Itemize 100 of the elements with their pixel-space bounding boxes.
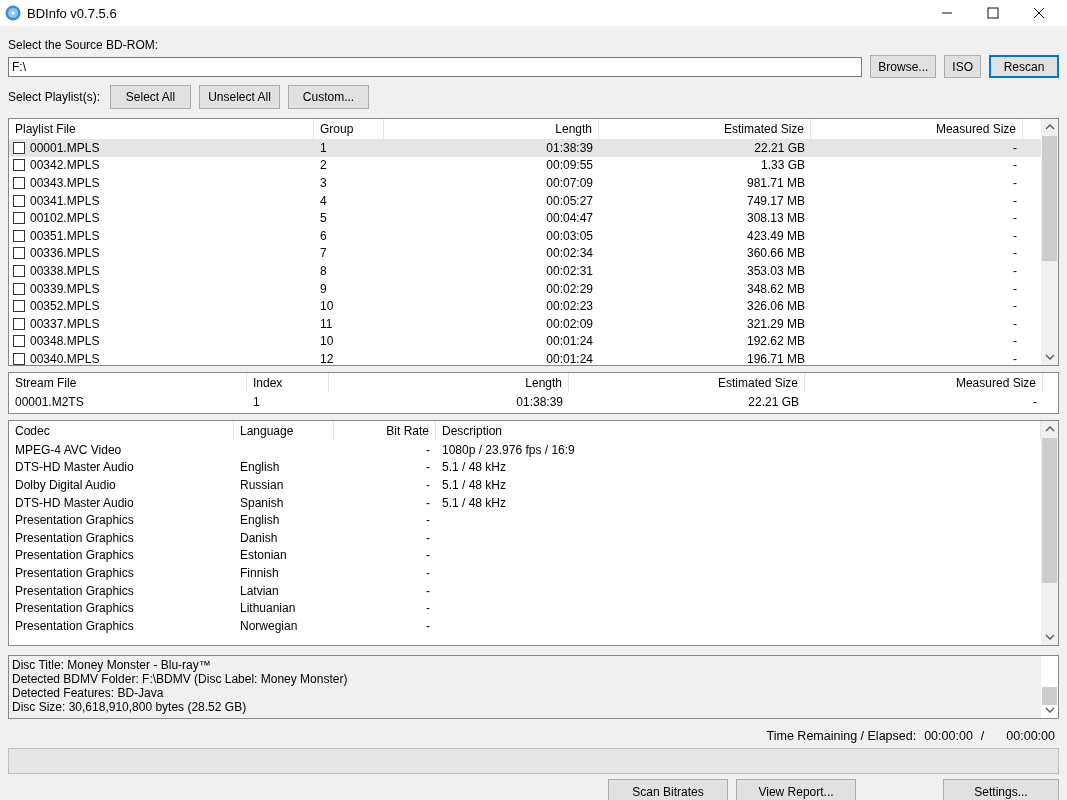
table-cell-text: 22.21 GB (753, 140, 806, 155)
checkbox[interactable] (13, 317, 25, 330)
column-header[interactable]: Length (329, 373, 569, 393)
playlist-row[interactable]: 00338.MPLS 8 00:02:31 353.03 MB - (9, 262, 1041, 280)
table-cell-text: Presentation Graphics (14, 618, 135, 633)
column-header[interactable]: Stream File (9, 373, 247, 393)
table-cell-text: Presentation Graphics (14, 565, 135, 580)
chevron-up-icon[interactable] (1044, 124, 1055, 130)
table-cell-text: - (1012, 316, 1018, 331)
table-cell: 00337.MPLS (30, 316, 100, 331)
checkbox[interactable] (13, 282, 25, 295)
table-cell-text: DTS-HD Master Audio (14, 460, 135, 475)
column-header[interactable]: Codec (9, 421, 234, 441)
column-header[interactable]: Measured Size (805, 373, 1043, 393)
playlist-row[interactable]: 00352.MPLS 10 00:02:23 326.06 MB - (9, 297, 1041, 315)
checkbox[interactable] (13, 229, 25, 242)
table-cell-text: 1 (319, 140, 328, 155)
table-cell-text: - (425, 583, 431, 598)
table-cell: 5.1 / 48 kHz (442, 495, 507, 510)
table-cell-text: 192.62 MB (745, 334, 806, 349)
table-cell-text: DTS-HD Master Audio (14, 495, 135, 510)
scrollbar[interactable] (1041, 656, 1058, 718)
column-header[interactable]: Bit Rate (334, 421, 436, 441)
table-cell: 00352.MPLS (30, 299, 100, 314)
table-cell: 5.1 / 48 kHz (442, 460, 507, 475)
table-cell: 00338.MPLS (30, 263, 100, 278)
checkbox[interactable] (13, 247, 25, 260)
column-header[interactable]: Language (234, 421, 334, 441)
scrollbar[interactable] (1041, 119, 1058, 365)
playlist-row[interactable]: 00340.MPLS 12 00:01:24 196.71 MB - (9, 350, 1041, 365)
source-label: Select the Source BD-ROM: (8, 38, 160, 52)
table-cell-text: 00:01:24 (545, 334, 594, 349)
action-button[interactable]: Settings... (943, 779, 1059, 800)
table-cell-text: - (1012, 193, 1018, 208)
info-line: Disc Title: Money Monster - Blu-ray™ (12, 658, 212, 672)
table-cell: 00336.MPLS (30, 246, 100, 261)
source-button[interactable]: Browse... (870, 55, 937, 78)
table-cell-text: 00:02:29 (545, 281, 594, 296)
table-cell: Danish (240, 530, 278, 545)
table-cell-text: 3 (319, 176, 328, 190)
table-cell: 1080p / 23.976 fps / 16:9 (442, 442, 575, 457)
playlist-row[interactable]: 00001.MPLS 1 01:38:39 22.21 GB - (9, 139, 1041, 157)
playlist-row[interactable]: 00342.MPLS 2 00:09:55 1.33 GB - (9, 156, 1041, 175)
table-cell-text: - (425, 495, 431, 510)
table-cell-text: - (1032, 394, 1038, 409)
window-title: BDInfo v0.7.5.6 (27, 5, 117, 21)
playlist-select-button[interactable]: Select All (110, 85, 192, 109)
table-cell-text: Dolby Digital Audio (14, 478, 117, 492)
table-cell-text: 00:09:55 (545, 158, 594, 173)
playlist-row[interactable]: 00348.MPLS 10 00:01:24 192.62 MB - (9, 332, 1041, 351)
checkbox[interactable] (13, 300, 25, 313)
playlist-row[interactable]: 00339.MPLS 9 00:02:29 348.62 MB - (9, 279, 1041, 298)
source-path-field[interactable]: F:\ (8, 56, 863, 77)
checkbox[interactable] (13, 335, 25, 348)
action-button[interactable]: Scan Bitrates (608, 779, 728, 800)
checkbox[interactable] (13, 264, 25, 277)
playlist-select-button[interactable]: Custom... (288, 85, 370, 109)
playlist-row[interactable]: 00102.MPLS 5 00:04:47 308.13 MB - (9, 209, 1041, 227)
checkbox[interactable] (13, 141, 25, 154)
scrollbar[interactable] (1041, 421, 1058, 645)
chevron-up-icon[interactable] (1044, 426, 1055, 432)
table-cell-text: MPEG-4 AVC Video (14, 442, 123, 457)
close-icon[interactable] (1033, 7, 1045, 19)
chevron-down-icon[interactable] (1044, 354, 1055, 360)
checkbox[interactable] (13, 212, 25, 225)
table-cell: 00339.MPLS (30, 281, 100, 296)
playlist-row[interactable]: 00336.MPLS 7 00:02:34 360.66 MB - (9, 244, 1041, 263)
source-button[interactable]: ISO (944, 55, 981, 78)
playlist-row[interactable]: 00337.MPLS 11 00:02:09 321.29 MB - (9, 314, 1041, 333)
table-cell-text: 9 (319, 281, 328, 296)
maximize-icon[interactable] (987, 7, 999, 19)
table-cell-text: - (1012, 176, 1018, 190)
table-cell: 00342.MPLS (30, 158, 100, 173)
checkbox[interactable] (13, 194, 25, 207)
table-cell: English (240, 513, 280, 528)
time-elapsed: 00:00:00 (1006, 729, 1055, 743)
table-cell-text: 01:38:39 (515, 394, 564, 409)
table-cell-text: 348.62 MB (745, 281, 806, 296)
table-cell-text: Presentation Graphics (14, 530, 135, 545)
chevron-down-icon[interactable] (1044, 707, 1055, 713)
playlist-row[interactable]: 00351.MPLS 6 00:03:05 423.49 MB - (9, 226, 1041, 245)
chevron-down-icon[interactable] (1044, 634, 1055, 640)
table-cell-text: 981.71 MB (745, 176, 806, 190)
column-header[interactable]: Index (247, 373, 329, 393)
table-cell-text: - (425, 565, 431, 580)
table-cell-text: 10 (319, 299, 335, 314)
table-cell-text: - (425, 442, 431, 457)
playlist-select-button[interactable]: Unselect All (199, 85, 281, 109)
table-cell-text: 326.06 MB (745, 299, 806, 314)
checkbox[interactable] (13, 352, 25, 365)
playlist-row[interactable]: 00341.MPLS 4 00:05:27 749.17 MB - (9, 191, 1041, 210)
action-button[interactable]: View Report... (736, 779, 856, 800)
playlist-row[interactable]: 00343.MPLS 3 00:07:09 981.71 MB - (9, 174, 1041, 192)
column-header[interactable]: Estimated Size (569, 373, 805, 393)
source-button[interactable]: Rescan (989, 55, 1059, 78)
checkbox[interactable] (13, 159, 25, 172)
table-cell: 00340.MPLS (30, 351, 100, 365)
checkbox[interactable] (13, 177, 25, 189)
table-cell-text: - (1012, 351, 1018, 365)
table-cell-text: Presentation Graphics (14, 548, 135, 563)
